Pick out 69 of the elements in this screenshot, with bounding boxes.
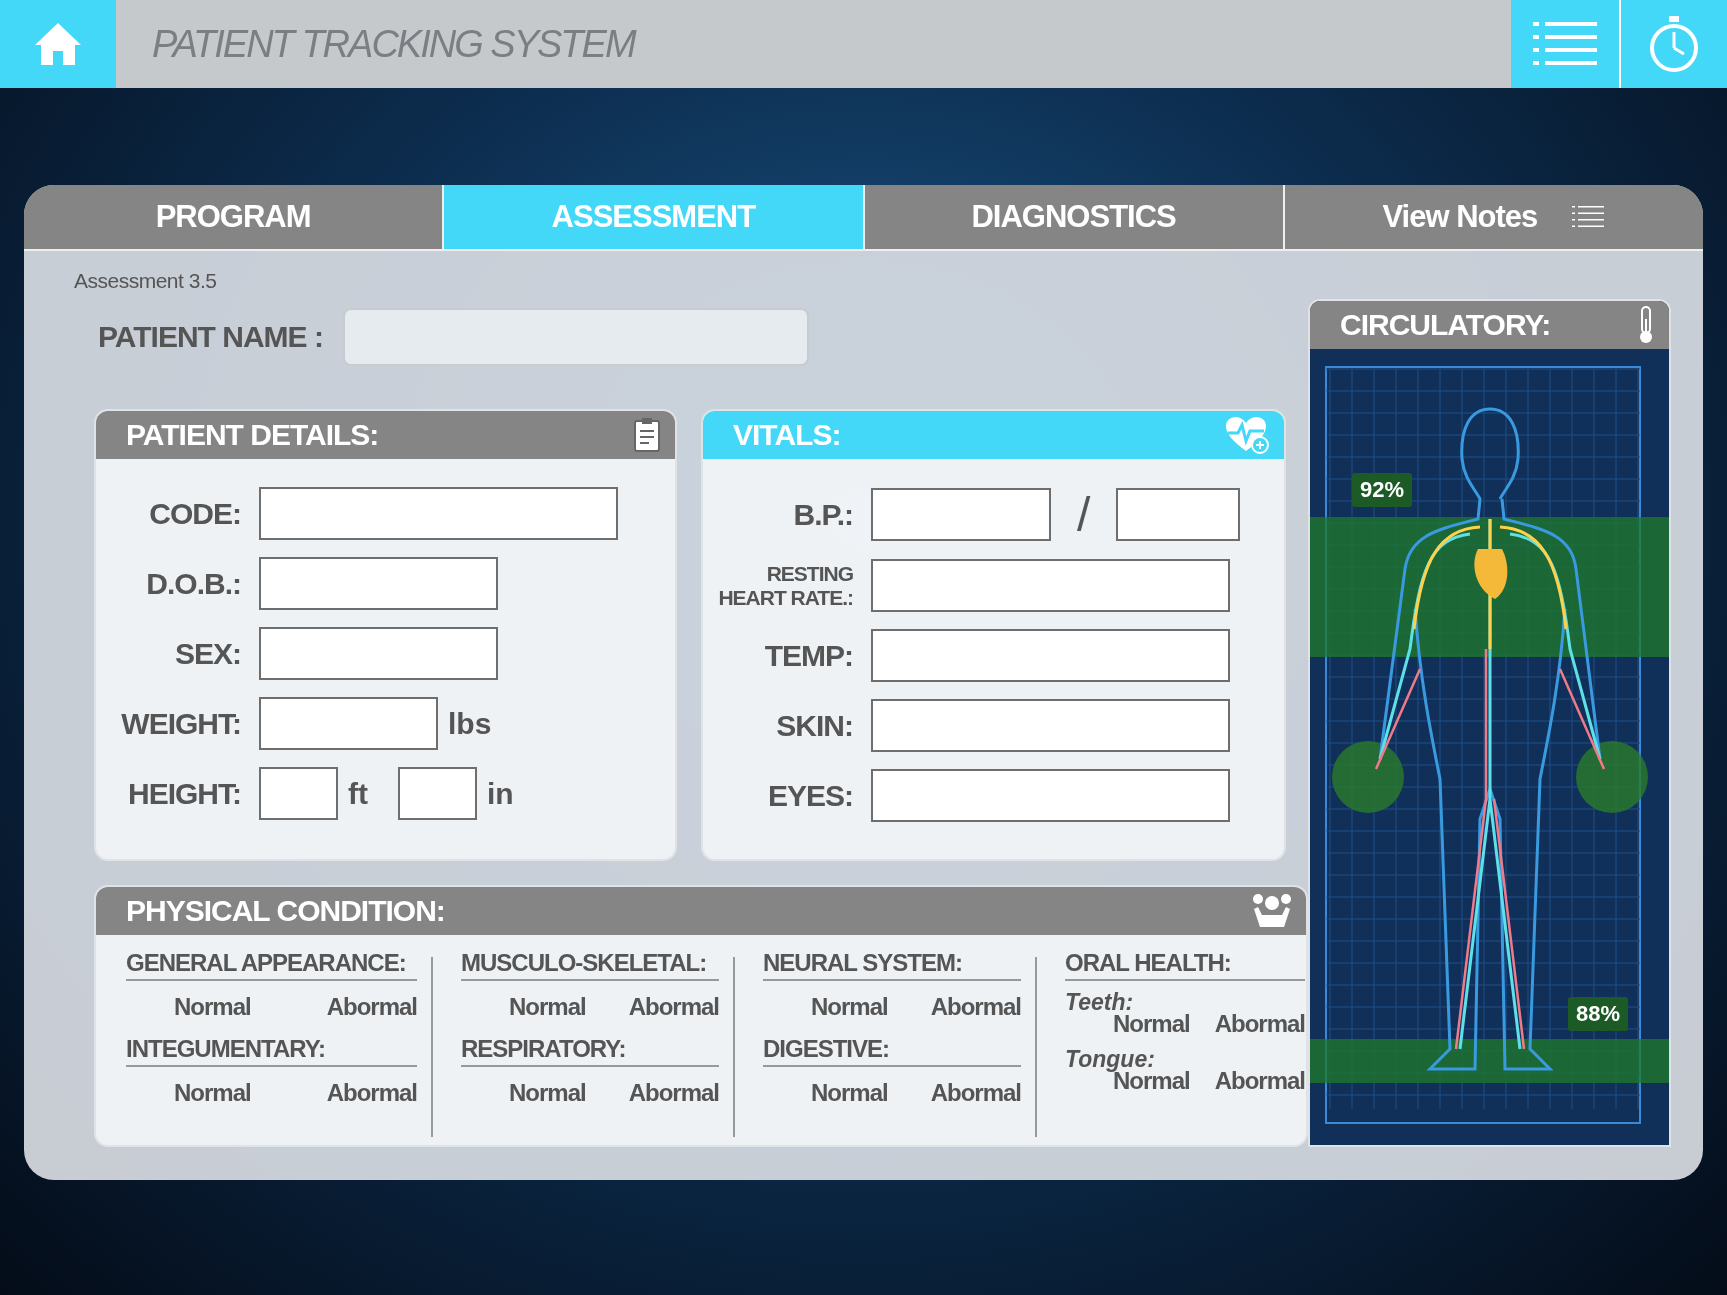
field-label: B.P.:: [793, 497, 853, 532]
thermometer-icon: [1637, 305, 1655, 345]
section-title: INTEGUMENTARY:: [126, 1035, 417, 1067]
input-field[interactable]: [871, 699, 1230, 752]
option-button[interactable]: Normal: [509, 1079, 586, 1107]
input-field[interactable]: [259, 767, 338, 820]
option-button[interactable]: Normal: [174, 1079, 251, 1107]
input-field[interactable]: [259, 627, 498, 680]
section-title: DIGESTIVE:: [763, 1035, 1021, 1067]
option-button[interactable]: Normal: [174, 993, 251, 1021]
field-label: D.O.B.:: [146, 566, 241, 601]
field-label: TEMP:: [764, 638, 853, 673]
section-title: ORAL HEALTH:: [1065, 949, 1305, 981]
input-field[interactable]: [871, 559, 1230, 612]
home-icon: [33, 21, 83, 67]
input-field[interactable]: [1116, 488, 1241, 541]
field-label: RESTING HEART RATE.:: [717, 561, 853, 610]
patient-name-field[interactable]: [342, 308, 809, 366]
assessment-label: Assessment 3.5: [73, 268, 218, 294]
input-field[interactable]: [259, 697, 438, 750]
field-label: EYES:: [768, 778, 853, 813]
menu-icon: [1533, 20, 1597, 68]
option-button[interactable]: Abormal: [930, 1079, 1021, 1107]
option-button[interactable]: Abormal: [1214, 1067, 1305, 1095]
option-button[interactable]: Normal: [509, 993, 586, 1021]
panel-title: PHYSICAL CONDITION:: [126, 894, 445, 928]
option-button[interactable]: Abormal: [1214, 1010, 1305, 1038]
section-title: MUSCULO-SKELETAL:: [461, 949, 719, 981]
people-icon: [1252, 893, 1292, 929]
option-button[interactable]: Abormal: [326, 993, 417, 1021]
input-field[interactable]: [398, 767, 477, 820]
tab[interactable]: View Notes: [1284, 185, 1703, 251]
code-field[interactable]: [259, 487, 618, 540]
input-field[interactable]: [871, 769, 1230, 822]
stopwatch-icon: [1648, 14, 1700, 74]
percentage-badge: 88%: [1568, 997, 1629, 1031]
tab[interactable]: PROGRAM: [24, 185, 445, 251]
panel-title: CIRCULATORY:: [1340, 308, 1551, 342]
field-label: WEIGHT:: [121, 706, 241, 741]
heart-pulse-icon: [1224, 415, 1270, 455]
section-title: RESPIRATORY:: [461, 1035, 719, 1067]
option-button[interactable]: Normal: [811, 1079, 888, 1107]
unit-label: ft: [348, 776, 368, 811]
section-title: NEURAL SYSTEM:: [763, 949, 1021, 981]
field-label: SEX:: [174, 636, 241, 671]
subsection-label: Tongue:: [1065, 1046, 1155, 1072]
tab[interactable]: DIAGNOSTICS: [864, 185, 1285, 251]
field-label: PATIENT NAME :: [98, 320, 323, 354]
section-title: GENERAL APPEARANCE:: [126, 949, 417, 981]
field-label: SKIN:: [776, 708, 853, 743]
option-button[interactable]: Abormal: [628, 993, 719, 1021]
field-label: CODE:: [149, 496, 241, 531]
option-button[interactable]: Normal: [811, 993, 888, 1021]
menu-icon: [1571, 205, 1606, 229]
option-button[interactable]: Abormal: [326, 1079, 417, 1107]
option-button[interactable]: Abormal: [628, 1079, 719, 1107]
unit-label: lbs: [448, 706, 492, 741]
clipboard-icon: [633, 417, 661, 453]
option-button[interactable]: Abormal: [930, 993, 1021, 1021]
panel-title: VITALS:: [733, 418, 841, 452]
input-field[interactable]: [259, 557, 498, 610]
unit-label: in: [487, 776, 514, 811]
app-title: PATIENT TRACKING SYSTEM: [151, 21, 637, 67]
separator-text: /: [1077, 487, 1091, 542]
field-label: HEIGHT:: [128, 776, 241, 811]
percentage-badge: 92%: [1352, 473, 1413, 507]
panel-title: PATIENT DETAILS:: [126, 418, 379, 452]
input-field[interactable]: [871, 629, 1230, 682]
input-field[interactable]: [871, 488, 1051, 541]
